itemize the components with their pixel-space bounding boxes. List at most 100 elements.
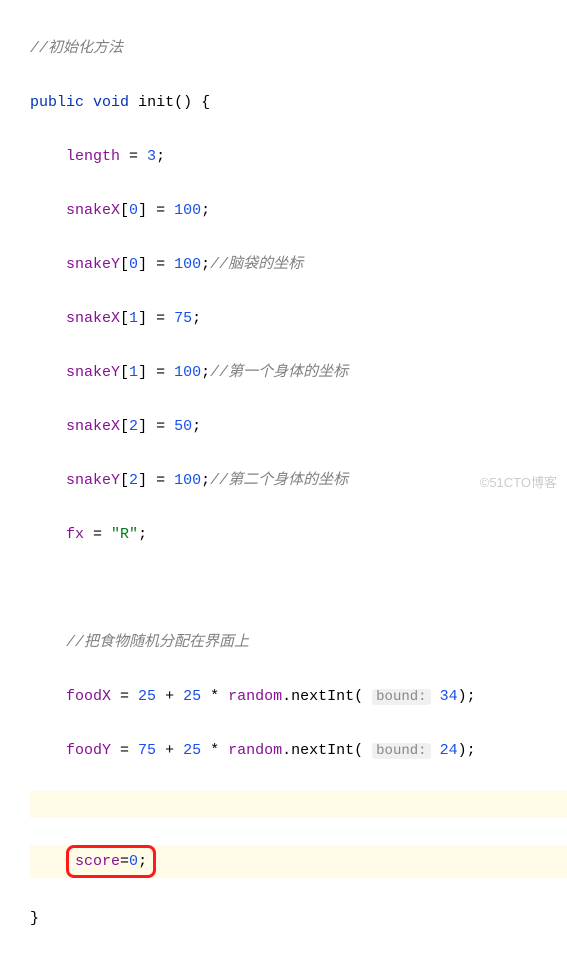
op: = xyxy=(147,418,174,435)
semi: ; xyxy=(467,688,476,705)
bracket: ] xyxy=(138,364,147,381)
paren: ( xyxy=(354,688,372,705)
bracket: ] xyxy=(138,202,147,219)
bracket: [ xyxy=(120,256,129,273)
op: + xyxy=(156,742,183,759)
number: 2 xyxy=(129,418,138,435)
comment: //脑袋的坐标 xyxy=(210,256,303,273)
number: 75 xyxy=(174,310,192,327)
comment: //第一个身体的坐标 xyxy=(210,364,348,381)
number: 0 xyxy=(129,256,138,273)
comment: //第二个身体的坐标 xyxy=(210,472,348,489)
paren: ) xyxy=(458,742,467,759)
code-line: } xyxy=(30,905,567,932)
bracket: [ xyxy=(120,364,129,381)
number: 25 xyxy=(183,742,201,759)
bracket: [ xyxy=(120,310,129,327)
number: 50 xyxy=(174,418,192,435)
field: snakeX xyxy=(66,202,120,219)
field: foodX xyxy=(66,688,111,705)
number: 100 xyxy=(174,364,201,381)
keyword: public xyxy=(30,94,84,111)
paren: ) xyxy=(183,94,192,111)
op: = xyxy=(147,472,174,489)
field: fx xyxy=(66,526,84,543)
code-line: snakeY[0] = 100;//脑袋的坐标 xyxy=(30,251,567,278)
param-hint: bound: xyxy=(372,743,430,759)
semi: ; xyxy=(201,364,210,381)
code-line xyxy=(30,575,567,602)
code-line: public void init() { xyxy=(30,89,567,116)
semi: ; xyxy=(138,526,147,543)
watermark: ©51CTO博客 xyxy=(480,471,557,494)
number: 25 xyxy=(138,688,156,705)
semi: ; xyxy=(138,853,147,870)
code-line: fx = "R"; xyxy=(30,521,567,548)
bracket: ] xyxy=(138,256,147,273)
semi: ; xyxy=(201,256,210,273)
number: 100 xyxy=(174,256,201,273)
number: 0 xyxy=(129,853,138,870)
code-line: snakeX[2] = 50; xyxy=(30,413,567,440)
paren: ) xyxy=(458,688,467,705)
number: 3 xyxy=(147,148,156,165)
bracket: ] xyxy=(138,418,147,435)
number: 25 xyxy=(183,688,201,705)
code-line xyxy=(30,791,567,818)
field: snakeX xyxy=(66,310,120,327)
code-line: snakeY[1] = 100;//第一个身体的坐标 xyxy=(30,359,567,386)
semi: ; xyxy=(201,202,210,219)
bracket: ] xyxy=(138,310,147,327)
op: = xyxy=(147,256,174,273)
number: 1 xyxy=(129,310,138,327)
bracket: [ xyxy=(120,418,129,435)
bracket: [ xyxy=(120,472,129,489)
field: snakeY xyxy=(66,256,120,273)
string: "R" xyxy=(111,526,138,543)
paren: ( xyxy=(174,94,183,111)
op: = xyxy=(120,853,129,870)
op: = xyxy=(147,202,174,219)
brace: { xyxy=(201,94,210,111)
code-line: foodY = 75 + 25 * random.nextInt( bound:… xyxy=(30,737,567,764)
op: * xyxy=(201,688,228,705)
op: = xyxy=(111,688,138,705)
field: score xyxy=(75,853,120,870)
comment: //初始化方法 xyxy=(30,40,123,57)
number: 2 xyxy=(129,472,138,489)
code-line: snakeX[0] = 100; xyxy=(30,197,567,224)
field: length xyxy=(66,148,120,165)
op: = xyxy=(84,526,111,543)
semi: ; xyxy=(192,310,201,327)
op: = xyxy=(120,148,147,165)
field: snakeY xyxy=(66,472,120,489)
code-line: foodX = 25 + 25 * random.nextInt( bound:… xyxy=(30,683,567,710)
op: + xyxy=(156,688,183,705)
code-line: //初始化方法 xyxy=(30,35,567,62)
code-line-highlighted: score=0; xyxy=(30,845,567,878)
number: 75 xyxy=(138,742,156,759)
method-name: init xyxy=(138,94,174,111)
number: 24 xyxy=(440,742,458,759)
param-hint: bound: xyxy=(372,689,430,705)
number: 100 xyxy=(174,472,201,489)
op: = xyxy=(147,310,174,327)
method-call: .nextInt xyxy=(282,742,354,759)
method-call: .nextInt xyxy=(282,688,354,705)
field: snakeX xyxy=(66,418,120,435)
op: * xyxy=(201,742,228,759)
code-line: //把食物随机分配在界面上 xyxy=(30,629,567,656)
highlight-annotation: score=0; xyxy=(66,845,156,878)
code-line: snakeX[1] = 75; xyxy=(30,305,567,332)
semi: ; xyxy=(156,148,165,165)
semi: ; xyxy=(201,472,210,489)
field: foodY xyxy=(66,742,111,759)
number: 1 xyxy=(129,364,138,381)
number: 0 xyxy=(129,202,138,219)
field: random xyxy=(228,688,282,705)
semi: ; xyxy=(192,418,201,435)
keyword: void xyxy=(93,94,129,111)
code-line: length = 3; xyxy=(30,143,567,170)
op: = xyxy=(147,364,174,381)
number: 34 xyxy=(440,688,458,705)
